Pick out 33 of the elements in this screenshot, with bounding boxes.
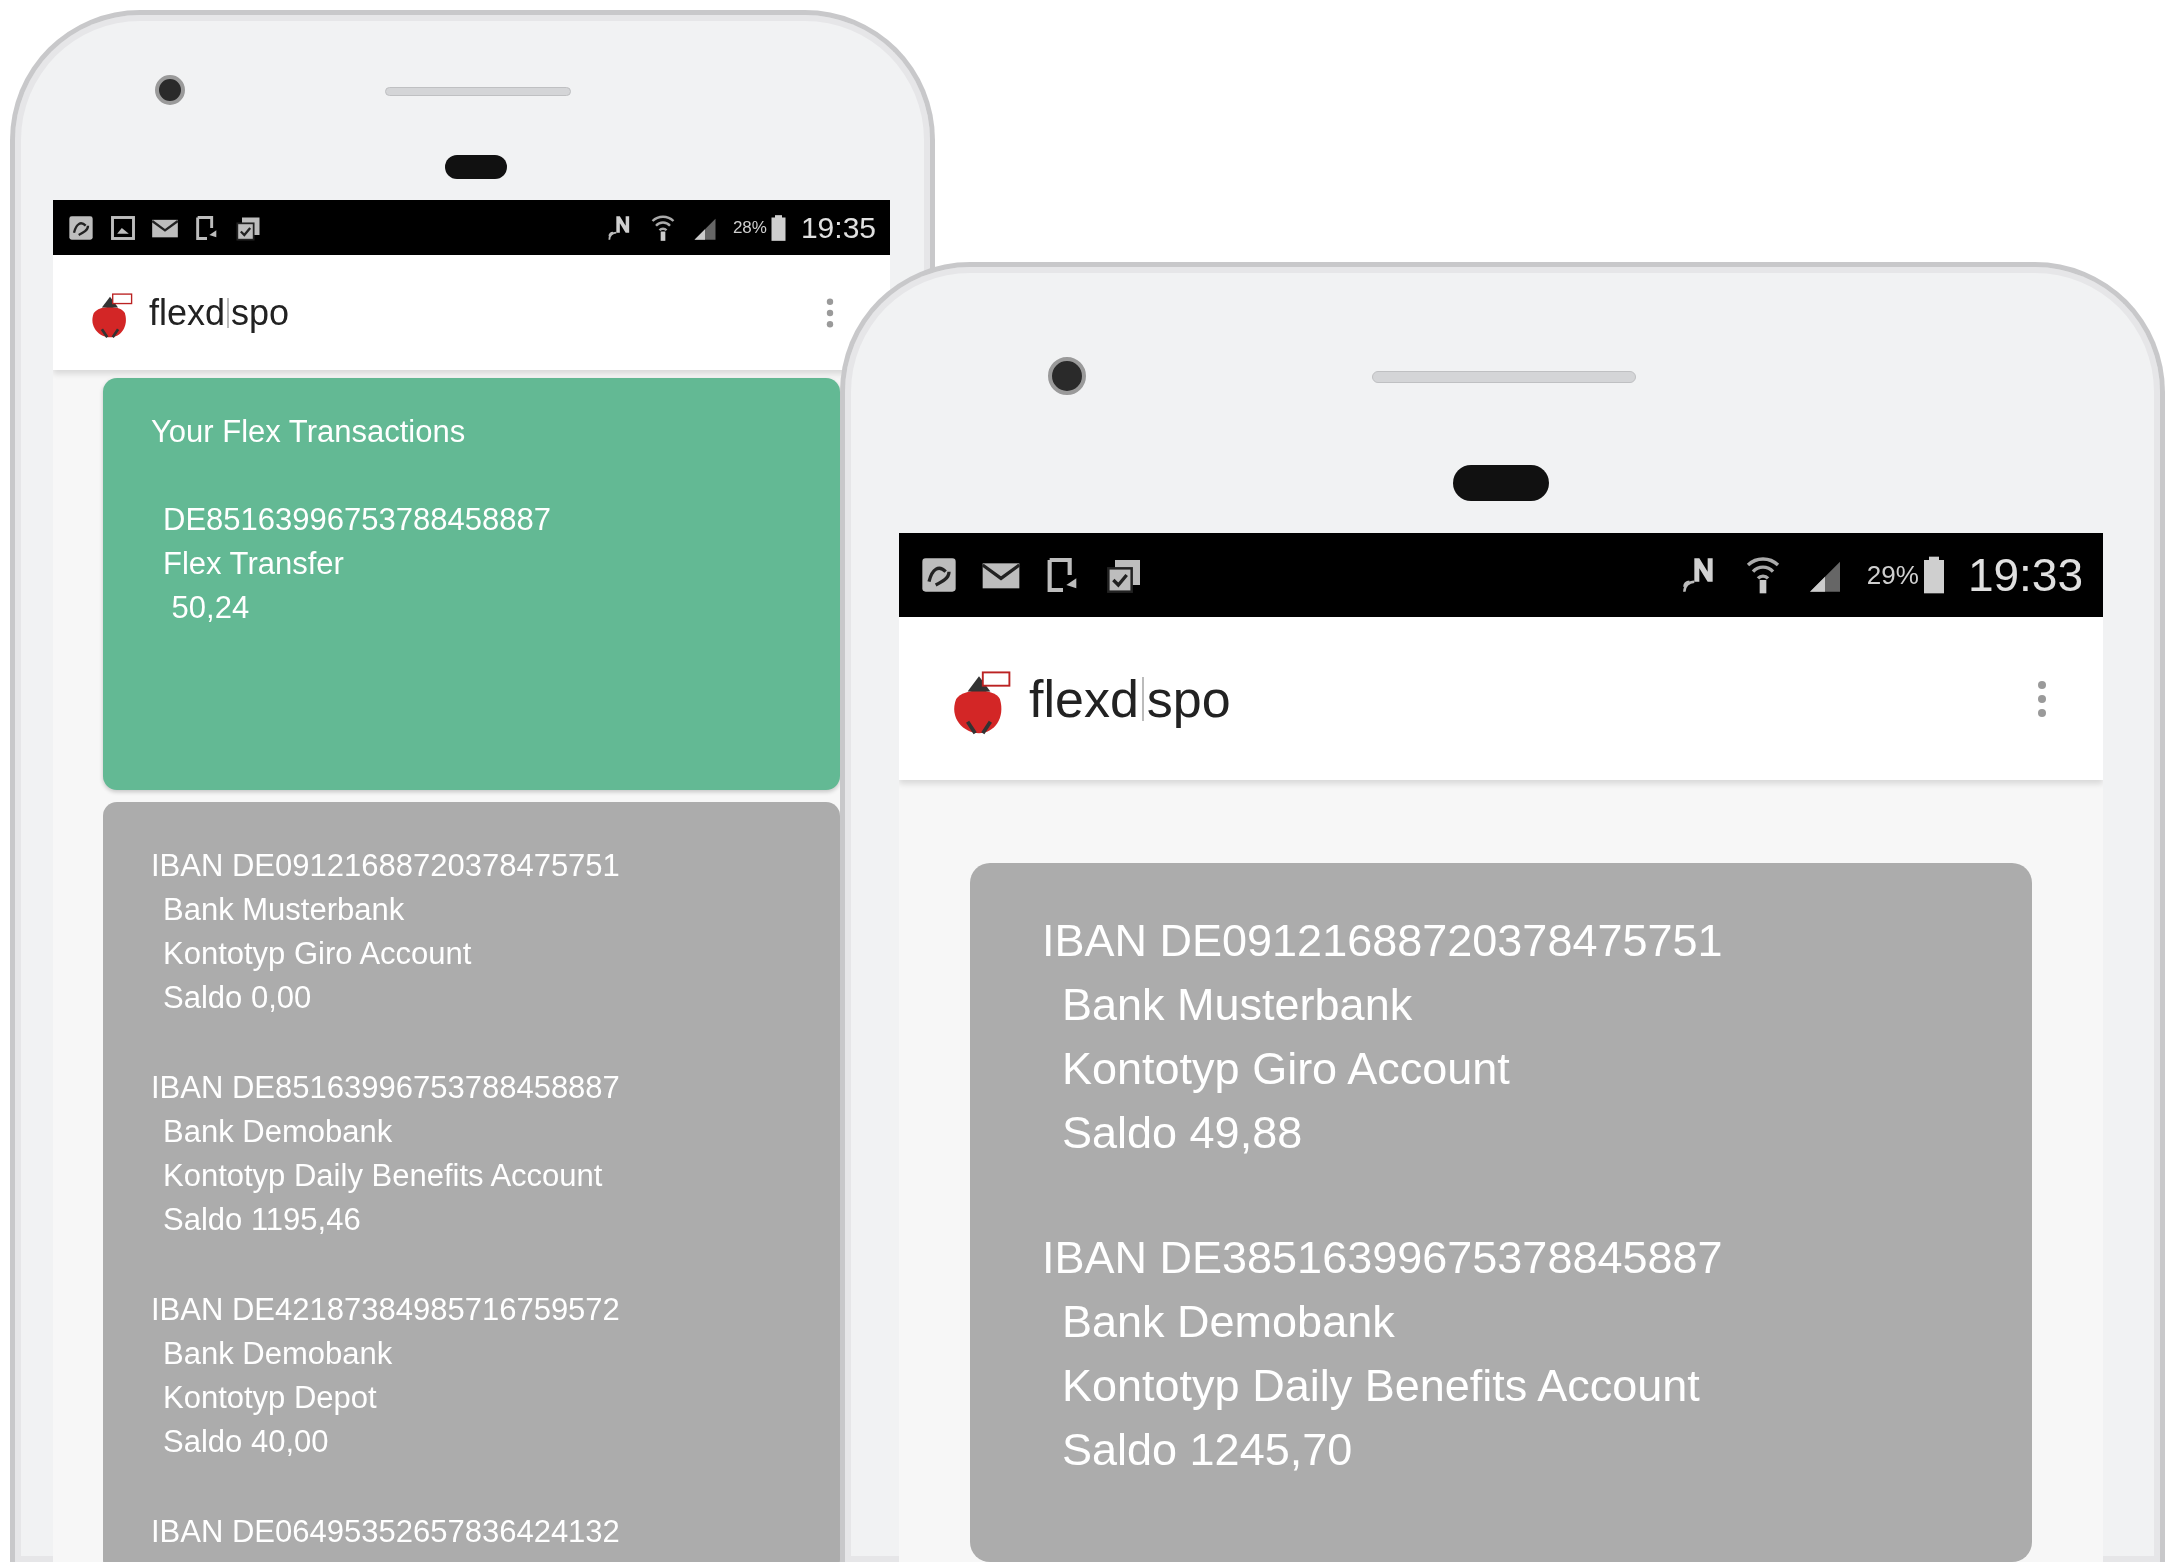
account-type: Kontotyp Daily Benefits Account xyxy=(1061,1359,1701,1413)
app-name: flexd xyxy=(149,294,226,331)
account-iban: IBAN DE09121688720378475751 xyxy=(1042,914,1724,968)
account-bank: Bank Musterbank xyxy=(1061,978,1414,1032)
battery-percent: 28% xyxy=(732,216,767,239)
battery-percent: 29% xyxy=(1866,558,1919,592)
account-bank: Bank Demobank xyxy=(162,1335,394,1373)
transactions-card[interactable]: Your Flex Transactions DE85163996753788458887 Flex Transfer 50,24 xyxy=(103,378,840,790)
clock-time: 19:33 xyxy=(1967,552,2083,598)
transaction-detail: DE85163996753788458887 xyxy=(162,501,552,539)
account-iban: IBAN DE85163996753788458887 xyxy=(151,1069,621,1107)
account-iban: IBAN DE38516399675378845887 xyxy=(1042,1231,1724,1285)
account-bank: Bank Demobank xyxy=(1061,1295,1396,1349)
card-title: Your Flex Transactions xyxy=(151,413,467,451)
account-saldo: Saldo 0,00 xyxy=(162,979,313,1017)
account-type: Kontotyp Depot xyxy=(162,1379,378,1417)
account-saldo: Saldo 40,00 xyxy=(162,1423,330,1461)
account-saldo: Saldo 1195,46 xyxy=(162,1201,362,1239)
account-type: Kontotyp Giro Account xyxy=(1061,1042,1511,1096)
account-iban: IBAN DE42187384985716759572 xyxy=(151,1291,621,1329)
app-name: flexd xyxy=(1029,672,1139,725)
app-name: spo xyxy=(231,294,290,331)
account-type: Kontotyp Daily Benefits Account xyxy=(162,1157,604,1195)
clock-time: 19:35 xyxy=(800,212,876,243)
account-bank: Bank Musterbank xyxy=(162,891,406,929)
account-iban: IBAN DE09121688720378475751 xyxy=(151,847,621,885)
account-type: Kontotyp Giro Account xyxy=(162,935,473,973)
transaction-detail: 50,24 xyxy=(170,589,251,627)
account-saldo: Saldo 1245,70 xyxy=(1061,1423,1354,1477)
account-iban: IBAN DE06495352657836424132 xyxy=(151,1513,621,1551)
transaction-detail: Flex Transfer xyxy=(162,545,345,583)
account-saldo: Saldo 49,88 xyxy=(1061,1106,1304,1160)
account-bank: Bank Demobank xyxy=(162,1113,394,1151)
